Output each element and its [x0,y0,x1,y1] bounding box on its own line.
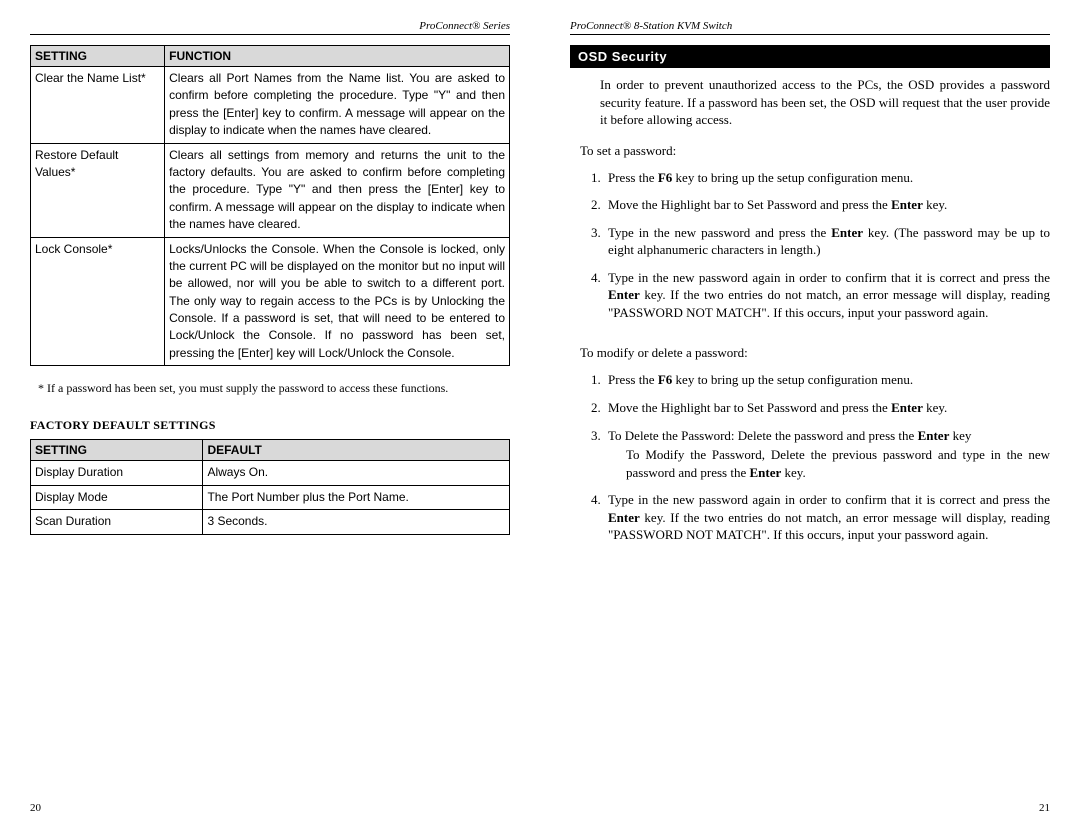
cell-function: Clears all Port Names from the Name list… [165,67,510,144]
cell-setting: Restore Default Values* [31,143,165,237]
table-row: Restore Default Values* Clears all setti… [31,143,510,237]
list-item: Press the F6 key to bring up the setup c… [604,169,1050,187]
list-item: Type in the new password again in order … [604,491,1050,544]
modify-password-lead: To modify or delete a password: [580,345,1050,361]
th-function: FUNCTION [165,46,510,67]
page-header-left: ProConnect® Series [30,20,510,35]
list-item: Type in the new password again in order … [604,269,1050,322]
cell-function: Clears all settings from memory and retu… [165,143,510,237]
table-row: Display Mode The Port Number plus the Po… [31,485,510,509]
cell-default: 3 Seconds. [203,510,510,534]
settings-function-table: SETTING FUNCTION Clear the Name List* Cl… [30,45,510,366]
page-left: ProConnect® Series SETTING FUNCTION Clea… [0,20,540,814]
intro-paragraph: In order to prevent unauthorized access … [600,76,1050,129]
cell-setting: Lock Console* [31,237,165,366]
th-setting: SETTING [31,440,203,461]
set-password-steps: Press the F6 key to bring up the setup c… [604,169,1050,332]
cell-default: The Port Number plus the Port Name. [203,485,510,509]
th-setting: SETTING [31,46,165,67]
cell-setting: Display Mode [31,485,203,509]
page-number-left: 20 [30,802,41,814]
factory-defaults-table: SETTING DEFAULT Display Duration Always … [30,439,510,534]
table-row: Lock Console* Locks/Unlocks the Console.… [31,237,510,366]
list-item: Move the Highlight bar to Set Password a… [604,196,1050,214]
page-header-right: ProConnect® 8-Station KVM Switch [570,20,1050,35]
set-password-lead: To set a password: [580,143,1050,159]
cell-setting: Scan Duration [31,510,203,534]
section-title-bar: OSD Security [570,45,1050,68]
cell-default: Always On. [203,461,510,485]
table-row: Clear the Name List* Clears all Port Nam… [31,67,510,144]
factory-defaults-heading: FACTORY DEFAULT SETTINGS [30,418,510,433]
list-item: To Delete the Password: Delete the passw… [604,427,1050,482]
list-item-subline: To Modify the Password, Delete the previ… [608,446,1050,481]
th-default: DEFAULT [203,440,510,461]
list-item: Type in the new password and press the E… [604,224,1050,259]
list-item: Move the Highlight bar to Set Password a… [604,399,1050,417]
cell-setting: Display Duration [31,461,203,485]
cell-setting: Clear the Name List* [31,67,165,144]
modify-password-steps: Press the F6 key to bring up the setup c… [604,371,1050,553]
page-right: ProConnect® 8-Station KVM Switch OSD Sec… [540,20,1080,814]
table-row: Scan Duration 3 Seconds. [31,510,510,534]
footnote: * If a password has been set, you must s… [38,380,510,396]
page-number-right: 21 [1039,802,1050,814]
list-item: Press the F6 key to bring up the setup c… [604,371,1050,389]
table-row: Display Duration Always On. [31,461,510,485]
cell-function: Locks/Unlocks the Console. When the Cons… [165,237,510,366]
